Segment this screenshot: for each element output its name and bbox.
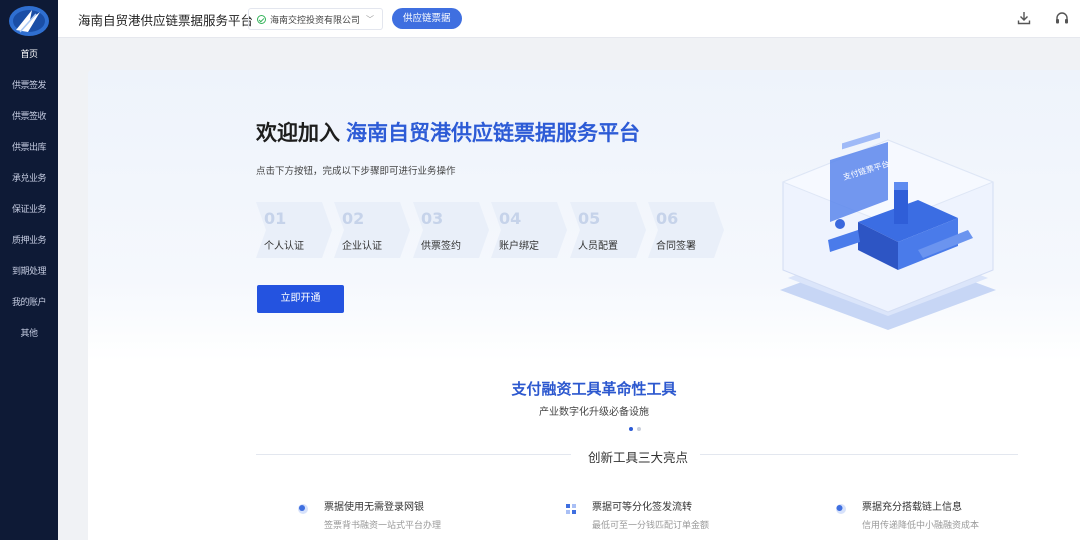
step-number: 04 bbox=[499, 209, 522, 228]
logo[interactable] bbox=[6, 4, 52, 38]
step-item: 05 人员配置 bbox=[570, 202, 646, 258]
carousel-dot-active[interactable] bbox=[629, 427, 633, 431]
step-item: 01 个人认证 bbox=[256, 202, 332, 258]
step-item: 03 供票签约 bbox=[413, 202, 489, 258]
chevron-down-icon: ﹀ bbox=[366, 14, 375, 24]
sidebar-item-guarantee[interactable]: 保证业务 bbox=[0, 195, 58, 226]
highlight-title: 票据可等分化签发流转 bbox=[592, 502, 692, 513]
welcome-prefix: 欢迎加入 bbox=[256, 121, 340, 145]
step-number: 01 bbox=[264, 209, 287, 228]
highlight-item: 票据使用无需登录网银 签票背书融资一站式平台办理 bbox=[297, 496, 527, 536]
promo-subtitle: 产业数字化升级必备设施 bbox=[539, 407, 649, 418]
welcome-platform-name: 海南自贸港供应链票据服务平台 bbox=[346, 121, 640, 145]
highlight-title: 票据使用无需登录网银 bbox=[324, 502, 424, 513]
supply-chain-bill-button[interactable]: 供应链票据 bbox=[392, 8, 462, 29]
highlight-desc: 签票背书融资一站式平台办理 bbox=[324, 521, 442, 531]
carousel-dot[interactable] bbox=[637, 427, 641, 431]
promo-title: 支付融资工具革命性工具 bbox=[511, 380, 677, 398]
step-number: 06 bbox=[656, 209, 679, 228]
highlight-title: 票据充分搭载链上信息 bbox=[862, 502, 962, 513]
step-label: 账户绑定 bbox=[499, 241, 539, 252]
sidebar-item-pledge[interactable]: 质押业务 bbox=[0, 226, 58, 257]
welcome-panel: 欢迎加入 海南自贸港供应链票据服务平台 点击下方按钮，完成以下步骤即可进行业务操作… bbox=[88, 70, 1080, 540]
sidebar-item-acceptance[interactable]: 承兑业务 bbox=[0, 164, 58, 195]
step-number: 03 bbox=[421, 209, 444, 228]
step-number: 02 bbox=[342, 209, 365, 228]
download-icon[interactable] bbox=[1016, 10, 1032, 26]
sidebar-item-maturity[interactable]: 到期处理 bbox=[0, 257, 58, 288]
step-item: 02 企业认证 bbox=[334, 202, 410, 258]
sidebar-item-my-account[interactable]: 我的账户 bbox=[0, 288, 58, 319]
highlight-item: 票据充分搭载链上信息 信用传递降低中小融融资成本 bbox=[835, 496, 1065, 536]
step-label: 企业认证 bbox=[342, 241, 382, 252]
step-label: 人员配置 bbox=[578, 241, 618, 252]
split-grid-icon bbox=[566, 504, 576, 514]
onboarding-steps: 01 个人认证 02 企业认证 03 供票签约 04 账户绑定 05 人员配置 … bbox=[256, 202, 726, 258]
sidebar-item-issue[interactable]: 供票签发 bbox=[0, 71, 58, 102]
sidebar-item-outbound[interactable]: 供票出库 bbox=[0, 133, 58, 164]
sidebar-nav: 首页 供票签发 供票签收 供票出库 承兑业务 保证业务 质押业务 到期处理 我的… bbox=[0, 40, 58, 350]
verified-check-icon bbox=[257, 14, 266, 24]
company-selector[interactable]: 海南交控投资有限公司 ﹀ bbox=[248, 8, 384, 30]
chain-info-icon bbox=[836, 504, 846, 514]
highlights-title: 创新工具三大亮点 bbox=[587, 450, 688, 465]
carousel-dots bbox=[629, 427, 643, 433]
headset-icon[interactable] bbox=[1054, 10, 1070, 26]
step-number: 05 bbox=[578, 209, 601, 228]
highlight-item: 票据可等分化签发流转 最低可至一分钱匹配订单金额 bbox=[565, 496, 795, 536]
welcome-heading: 欢迎加入 海南自贸港供应链票据服务平台 bbox=[256, 117, 640, 147]
platform-illustration: 支付链票平台 bbox=[768, 130, 1008, 335]
step-label: 合同签署 bbox=[656, 241, 696, 252]
top-header: 海南自贸港供应链票据服务平台 海南交控投资有限公司 ﹀ 供应链票据 bbox=[58, 0, 1080, 38]
sidebar-item-home[interactable]: 首页 bbox=[0, 40, 58, 71]
highlight-desc: 信用传递降低中小融融资成本 bbox=[862, 521, 980, 531]
welcome-subtitle: 点击下方按钮，完成以下步骤即可进行业务操作 bbox=[256, 166, 456, 177]
step-label: 个人认证 bbox=[264, 241, 304, 252]
sidebar-item-other[interactable]: 其他 bbox=[0, 319, 58, 350]
sidebar-item-receive[interactable]: 供票签收 bbox=[0, 102, 58, 133]
no-login-icon bbox=[298, 504, 308, 514]
open-now-button[interactable]: 立即开通 bbox=[257, 285, 344, 313]
step-item: 06 合同签署 bbox=[648, 202, 724, 258]
step-label: 供票签约 bbox=[421, 241, 461, 252]
company-name: 海南交控投资有限公司 bbox=[270, 15, 361, 26]
step-item: 04 账户绑定 bbox=[491, 202, 567, 258]
highlight-desc: 最低可至一分钱匹配订单金额 bbox=[592, 521, 710, 531]
sidebar: 首页 供票签发 供票签收 供票出库 承兑业务 保证业务 质押业务 到期处理 我的… bbox=[0, 0, 58, 540]
app-title: 海南自贸港供应链票据服务平台 bbox=[78, 13, 254, 28]
